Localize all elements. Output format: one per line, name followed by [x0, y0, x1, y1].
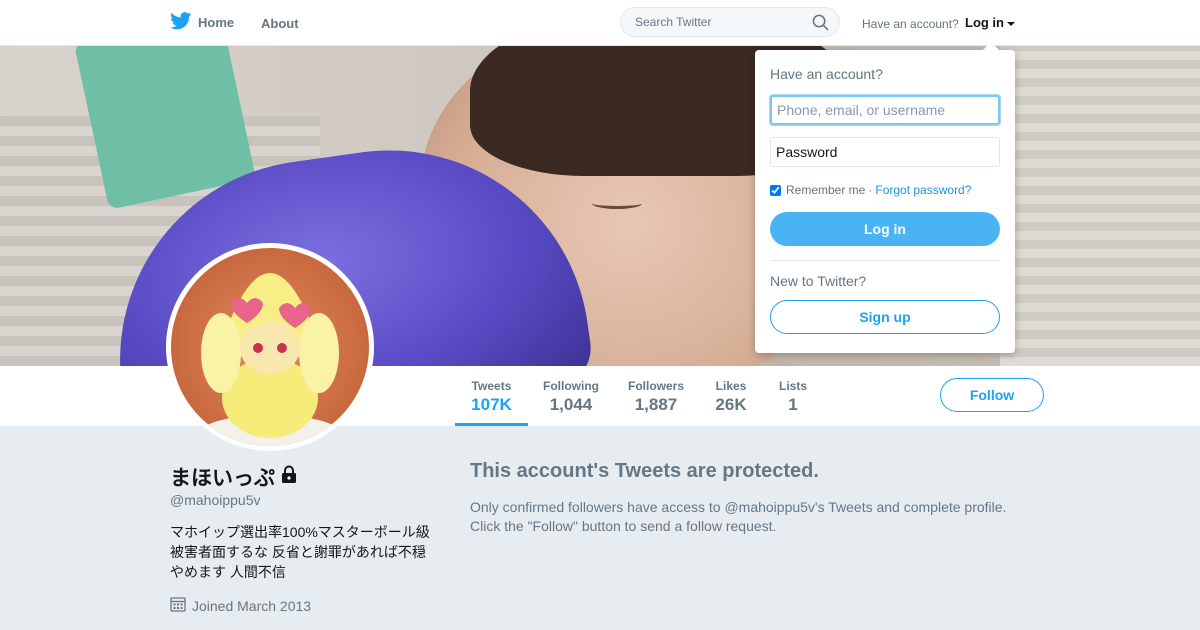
stat-followers[interactable]: Followers 1,887 [620, 366, 692, 426]
profile-name: まほいっぷ [170, 462, 297, 492]
stat-label: Lists [778, 379, 807, 393]
dropdown-title: Have an account? [770, 66, 883, 82]
remember-me-label: Remember me [786, 183, 866, 197]
protected-line: Only confirmed followers have access to … [470, 499, 1007, 515]
stat-label: Followers [627, 379, 684, 393]
avatar-image [171, 248, 369, 446]
separator-dot: · [868, 183, 873, 197]
protected-title: This account's Tweets are protected. [470, 460, 819, 482]
twitter-bird-icon [170, 12, 192, 33]
have-account-text: Have an account? [862, 17, 959, 31]
calendar-icon [170, 596, 186, 615]
stat-value: 1,887 [634, 395, 678, 414]
bio-line: 被害者面するな 反省と謝罪があれば不穏 [170, 544, 426, 560]
profile-bio: マホイップ選出率100%マスターボール級 被害者面するな 反省と謝罪があれば不穏… [170, 522, 440, 582]
password-input[interactable] [770, 137, 1000, 167]
login-button[interactable]: Log in [770, 212, 1000, 246]
avatar[interactable] [166, 243, 374, 451]
login-dropdown: Have an account? Remember me · Forgot pa… [755, 42, 1015, 353]
stat-following[interactable]: Following 1,044 [536, 366, 606, 426]
stat-label: Tweets [471, 379, 512, 393]
profile-name-text: まほいっぷ [170, 467, 275, 490]
nav-about-link[interactable]: About [261, 16, 299, 31]
bio-line: マホイップ選出率100%マスターボール級 [170, 524, 430, 540]
stat-likes[interactable]: Likes 26K [707, 366, 755, 426]
protected-message: Only confirmed followers have access to … [470, 498, 1030, 536]
search-icon[interactable] [812, 14, 829, 36]
nav-home-label: Home [198, 15, 235, 30]
top-navigation-bar: Home About Have an account? Log in [0, 0, 1200, 46]
search-box [620, 7, 840, 37]
remember-me-checkbox[interactable] [770, 184, 781, 196]
stat-value: 107K [471, 395, 512, 414]
caret-down-icon [1007, 21, 1015, 26]
divider [770, 260, 1000, 261]
new-to-twitter-text: New to Twitter? [770, 273, 867, 289]
login-menu-toggle[interactable]: Log in [965, 15, 1015, 30]
stat-label: Following [543, 379, 599, 393]
search-input[interactable] [633, 14, 807, 30]
follow-button[interactable]: Follow [940, 378, 1044, 412]
profile-handle[interactable]: @mahoippu5v [170, 492, 261, 508]
forgot-password-link[interactable]: Forgot password? [875, 183, 971, 197]
joined-date: Joined March 2013 [170, 596, 311, 615]
stat-tweets[interactable]: Tweets 107K [455, 366, 528, 426]
username-input[interactable] [770, 95, 1000, 125]
stat-value: 1,044 [549, 395, 593, 414]
login-menu-label: Log in [965, 15, 1004, 30]
signup-button[interactable]: Sign up [770, 300, 1000, 334]
stat-value: 1 [788, 395, 798, 414]
stat-label: Likes [715, 379, 747, 393]
lock-icon [281, 465, 297, 489]
nav-home-link[interactable]: Home [170, 12, 234, 33]
remember-me-row: Remember me · Forgot password? [770, 183, 971, 197]
protected-line: Click the "Follow" button to send a foll… [470, 518, 777, 534]
stat-lists[interactable]: Lists 1 [770, 366, 816, 426]
stat-value: 26K [715, 395, 747, 414]
bio-line: やめます 人間不信 [170, 564, 286, 580]
joined-text: Joined March 2013 [192, 597, 312, 614]
